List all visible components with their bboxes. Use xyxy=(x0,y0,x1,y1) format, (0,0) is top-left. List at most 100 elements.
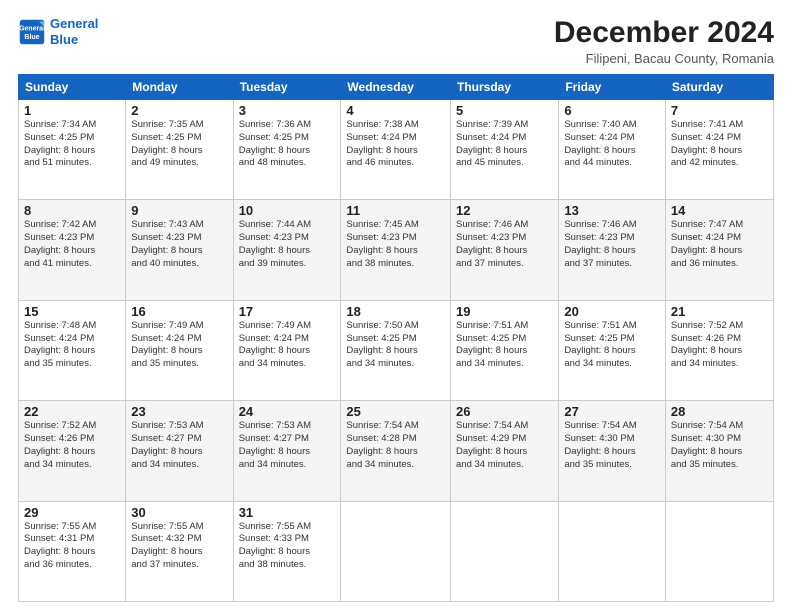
day-info: Sunrise: 7:35 AM Sunset: 4:25 PM Dayligh… xyxy=(131,119,227,170)
calendar-cell: 25 Sunrise: 7:54 AM Sunset: 4:28 PM Dayl… xyxy=(341,401,451,501)
subtitle: Filipeni, Bacau County, Romania xyxy=(554,51,774,66)
day-number: 22 xyxy=(24,404,120,419)
day-number: 25 xyxy=(346,404,445,419)
calendar-cell: 20 Sunrise: 7:51 AM Sunset: 4:25 PM Dayl… xyxy=(559,300,666,400)
day-info: Sunrise: 7:49 AM Sunset: 4:24 PM Dayligh… xyxy=(239,320,336,371)
day-info: Sunrise: 7:41 AM Sunset: 4:24 PM Dayligh… xyxy=(671,119,768,170)
day-number: 23 xyxy=(131,404,227,419)
day-info: Sunrise: 7:53 AM Sunset: 4:27 PM Dayligh… xyxy=(239,420,336,471)
header-monday: Monday xyxy=(126,75,233,100)
logo-text: General Blue xyxy=(50,16,98,47)
header-thursday: Thursday xyxy=(451,75,559,100)
calendar-cell: 27 Sunrise: 7:54 AM Sunset: 4:30 PM Dayl… xyxy=(559,401,666,501)
calendar-cell: 8 Sunrise: 7:42 AM Sunset: 4:23 PM Dayli… xyxy=(19,200,126,300)
day-number: 6 xyxy=(564,103,660,118)
day-number: 10 xyxy=(239,203,336,218)
day-info: Sunrise: 7:55 AM Sunset: 4:33 PM Dayligh… xyxy=(239,521,336,572)
calendar-cell: 3 Sunrise: 7:36 AM Sunset: 4:25 PM Dayli… xyxy=(233,100,341,200)
calendar-cell: 16 Sunrise: 7:49 AM Sunset: 4:24 PM Dayl… xyxy=(126,300,233,400)
calendar-table: Sunday Monday Tuesday Wednesday Thursday… xyxy=(18,74,774,602)
calendar-cell: 15 Sunrise: 7:48 AM Sunset: 4:24 PM Dayl… xyxy=(19,300,126,400)
calendar-cell: 12 Sunrise: 7:46 AM Sunset: 4:23 PM Dayl… xyxy=(451,200,559,300)
day-number: 13 xyxy=(564,203,660,218)
day-info: Sunrise: 7:48 AM Sunset: 4:24 PM Dayligh… xyxy=(24,320,120,371)
calendar-cell: 17 Sunrise: 7:49 AM Sunset: 4:24 PM Dayl… xyxy=(233,300,341,400)
day-number: 29 xyxy=(24,505,120,520)
day-number: 12 xyxy=(456,203,553,218)
calendar-week-row: 29 Sunrise: 7:55 AM Sunset: 4:31 PM Dayl… xyxy=(19,501,774,601)
day-info: Sunrise: 7:52 AM Sunset: 4:26 PM Dayligh… xyxy=(24,420,120,471)
logo: General Blue General Blue xyxy=(18,16,98,47)
calendar-week-row: 8 Sunrise: 7:42 AM Sunset: 4:23 PM Dayli… xyxy=(19,200,774,300)
day-info: Sunrise: 7:40 AM Sunset: 4:24 PM Dayligh… xyxy=(564,119,660,170)
day-info: Sunrise: 7:38 AM Sunset: 4:24 PM Dayligh… xyxy=(346,119,445,170)
day-info: Sunrise: 7:50 AM Sunset: 4:25 PM Dayligh… xyxy=(346,320,445,371)
day-number: 24 xyxy=(239,404,336,419)
day-number: 20 xyxy=(564,304,660,319)
day-number: 27 xyxy=(564,404,660,419)
calendar-cell: 29 Sunrise: 7:55 AM Sunset: 4:31 PM Dayl… xyxy=(19,501,126,601)
calendar-cell: 31 Sunrise: 7:55 AM Sunset: 4:33 PM Dayl… xyxy=(233,501,341,601)
calendar-cell: 28 Sunrise: 7:54 AM Sunset: 4:30 PM Dayl… xyxy=(665,401,773,501)
day-number: 16 xyxy=(131,304,227,319)
calendar-cell: 14 Sunrise: 7:47 AM Sunset: 4:24 PM Dayl… xyxy=(665,200,773,300)
logo-icon: General Blue xyxy=(18,18,46,46)
day-info: Sunrise: 7:39 AM Sunset: 4:24 PM Dayligh… xyxy=(456,119,553,170)
page: General Blue General Blue December 2024 … xyxy=(0,0,792,612)
day-info: Sunrise: 7:45 AM Sunset: 4:23 PM Dayligh… xyxy=(346,219,445,270)
header-tuesday: Tuesday xyxy=(233,75,341,100)
day-info: Sunrise: 7:43 AM Sunset: 4:23 PM Dayligh… xyxy=(131,219,227,270)
day-number: 21 xyxy=(671,304,768,319)
svg-text:General: General xyxy=(19,25,45,32)
day-number: 28 xyxy=(671,404,768,419)
day-info: Sunrise: 7:47 AM Sunset: 4:24 PM Dayligh… xyxy=(671,219,768,270)
day-number: 19 xyxy=(456,304,553,319)
calendar-cell: 9 Sunrise: 7:43 AM Sunset: 4:23 PM Dayli… xyxy=(126,200,233,300)
header-friday: Friday xyxy=(559,75,666,100)
svg-text:Blue: Blue xyxy=(24,34,39,41)
title-block: December 2024 Filipeni, Bacau County, Ro… xyxy=(554,16,774,66)
day-info: Sunrise: 7:36 AM Sunset: 4:25 PM Dayligh… xyxy=(239,119,336,170)
day-number: 4 xyxy=(346,103,445,118)
day-number: 8 xyxy=(24,203,120,218)
calendar-cell: 7 Sunrise: 7:41 AM Sunset: 4:24 PM Dayli… xyxy=(665,100,773,200)
day-number: 26 xyxy=(456,404,553,419)
day-info: Sunrise: 7:55 AM Sunset: 4:31 PM Dayligh… xyxy=(24,521,120,572)
day-info: Sunrise: 7:54 AM Sunset: 4:28 PM Dayligh… xyxy=(346,420,445,471)
calendar-cell: 23 Sunrise: 7:53 AM Sunset: 4:27 PM Dayl… xyxy=(126,401,233,501)
day-number: 1 xyxy=(24,103,120,118)
calendar-cell xyxy=(341,501,451,601)
calendar-week-row: 22 Sunrise: 7:52 AM Sunset: 4:26 PM Dayl… xyxy=(19,401,774,501)
calendar-cell: 13 Sunrise: 7:46 AM Sunset: 4:23 PM Dayl… xyxy=(559,200,666,300)
day-number: 5 xyxy=(456,103,553,118)
day-info: Sunrise: 7:51 AM Sunset: 4:25 PM Dayligh… xyxy=(564,320,660,371)
day-info: Sunrise: 7:53 AM Sunset: 4:27 PM Dayligh… xyxy=(131,420,227,471)
calendar-week-row: 1 Sunrise: 7:34 AM Sunset: 4:25 PM Dayli… xyxy=(19,100,774,200)
calendar-cell: 10 Sunrise: 7:44 AM Sunset: 4:23 PM Dayl… xyxy=(233,200,341,300)
day-info: Sunrise: 7:44 AM Sunset: 4:23 PM Dayligh… xyxy=(239,219,336,270)
day-info: Sunrise: 7:46 AM Sunset: 4:23 PM Dayligh… xyxy=(456,219,553,270)
day-number: 2 xyxy=(131,103,227,118)
calendar-header-row: Sunday Monday Tuesday Wednesday Thursday… xyxy=(19,75,774,100)
day-number: 3 xyxy=(239,103,336,118)
calendar-cell xyxy=(451,501,559,601)
day-number: 31 xyxy=(239,505,336,520)
day-number: 18 xyxy=(346,304,445,319)
day-info: Sunrise: 7:42 AM Sunset: 4:23 PM Dayligh… xyxy=(24,219,120,270)
day-info: Sunrise: 7:54 AM Sunset: 4:30 PM Dayligh… xyxy=(564,420,660,471)
calendar-cell: 5 Sunrise: 7:39 AM Sunset: 4:24 PM Dayli… xyxy=(451,100,559,200)
day-info: Sunrise: 7:54 AM Sunset: 4:29 PM Dayligh… xyxy=(456,420,553,471)
day-number: 9 xyxy=(131,203,227,218)
day-number: 14 xyxy=(671,203,768,218)
calendar-cell: 18 Sunrise: 7:50 AM Sunset: 4:25 PM Dayl… xyxy=(341,300,451,400)
calendar-cell: 4 Sunrise: 7:38 AM Sunset: 4:24 PM Dayli… xyxy=(341,100,451,200)
calendar-cell: 22 Sunrise: 7:52 AM Sunset: 4:26 PM Dayl… xyxy=(19,401,126,501)
calendar-cell: 26 Sunrise: 7:54 AM Sunset: 4:29 PM Dayl… xyxy=(451,401,559,501)
day-info: Sunrise: 7:54 AM Sunset: 4:30 PM Dayligh… xyxy=(671,420,768,471)
calendar-week-row: 15 Sunrise: 7:48 AM Sunset: 4:24 PM Dayl… xyxy=(19,300,774,400)
calendar-cell: 1 Sunrise: 7:34 AM Sunset: 4:25 PM Dayli… xyxy=(19,100,126,200)
calendar-cell: 2 Sunrise: 7:35 AM Sunset: 4:25 PM Dayli… xyxy=(126,100,233,200)
calendar-cell: 30 Sunrise: 7:55 AM Sunset: 4:32 PM Dayl… xyxy=(126,501,233,601)
main-title: December 2024 xyxy=(554,16,774,49)
calendar-cell xyxy=(665,501,773,601)
